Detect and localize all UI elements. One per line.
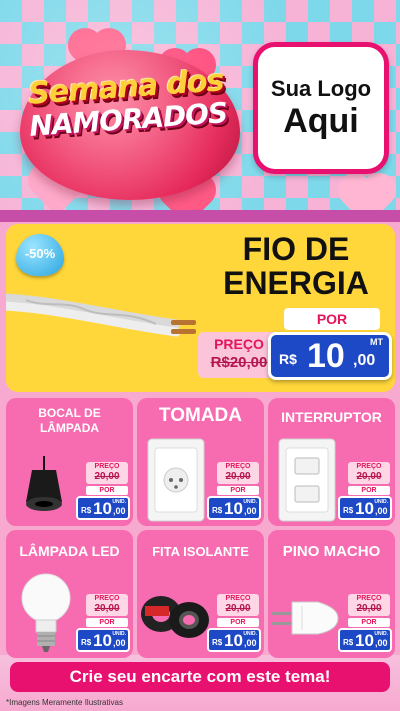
bulb-socket-icon bbox=[26, 456, 62, 511]
old-price-value: 20,00 bbox=[225, 603, 251, 614]
old-price-label: PREÇO bbox=[356, 595, 382, 602]
price-tag: R$ 10 ,00 UNID. bbox=[207, 496, 261, 520]
product-name: TOMADA bbox=[158, 405, 243, 426]
price-cents: ,00 bbox=[113, 638, 126, 648]
product-card-interruptor: INTERRUPTOR PREÇO 20,00 POR R$ 10 ,00 UN… bbox=[268, 398, 395, 526]
header-banner: Semana dos NAMORADOS Sua Logo Aqui bbox=[0, 0, 400, 218]
por-label: POR bbox=[217, 486, 259, 495]
price-cents: ,00 bbox=[375, 506, 388, 516]
old-price-value: 20,00 bbox=[94, 603, 120, 614]
discount-badge: -50% bbox=[16, 234, 64, 276]
por-label: POR bbox=[348, 486, 390, 495]
product-name: BOCAL DE LÂMPADA bbox=[38, 406, 101, 435]
page-title: Semana dos NAMORADOS bbox=[20, 63, 234, 143]
currency-label: R$ bbox=[81, 506, 92, 515]
old-price-box: PREÇO 20,00 bbox=[217, 594, 259, 616]
featured-product-name: FIO DE ENERGIA bbox=[223, 231, 369, 301]
price-unit: UNID. bbox=[374, 631, 388, 637]
price-unit: UNID. bbox=[243, 631, 257, 637]
price-cents: ,00 bbox=[244, 638, 257, 648]
currency-label: R$ bbox=[81, 638, 92, 647]
price-unit: UNID. bbox=[112, 499, 126, 505]
old-price-value: 20,00 bbox=[94, 471, 120, 482]
product-name: INTERRUPTOR bbox=[281, 409, 382, 425]
price-integer: 10 bbox=[224, 499, 243, 518]
featured-product: -50% FIO DE ENERGIA POR PREÇO R$20,00 R$… bbox=[6, 224, 395, 392]
currency-label: R$ bbox=[212, 638, 223, 647]
product-name: LÂMPADA LED bbox=[19, 543, 120, 559]
old-price-box: PREÇO 20,00 bbox=[86, 462, 128, 484]
currency-label: R$ bbox=[279, 351, 297, 367]
price-integer: 10 bbox=[307, 337, 345, 375]
product-card-tomada: TOMADA PREÇO 20,00 POR R$ 10 ,00 UNID. bbox=[137, 398, 264, 526]
old-price-label: PREÇO bbox=[94, 463, 120, 470]
old-price-value: 20,00 bbox=[356, 471, 382, 482]
price-tag: R$ 10 ,00 UNID. bbox=[338, 628, 392, 652]
plug-icon bbox=[272, 601, 339, 635]
price-integer: 10 bbox=[355, 631, 374, 650]
old-price-value: 20,00 bbox=[225, 471, 251, 482]
heart-icon bbox=[32, 167, 82, 217]
old-price-box: PREÇO 20,00 bbox=[86, 594, 128, 616]
currency-label: R$ bbox=[212, 506, 223, 515]
currency-label: R$ bbox=[343, 638, 354, 647]
switch-icon bbox=[278, 438, 336, 522]
por-label: POR bbox=[217, 618, 259, 627]
product-card-bocal: BOCAL DE LÂMPADA PREÇO 20,00 POR R$ 10 ,… bbox=[6, 398, 133, 526]
price-tag: R$ 10 ,00 UNID. bbox=[207, 628, 261, 652]
logo-line-2: Aqui bbox=[283, 102, 359, 140]
price-integer: 10 bbox=[355, 499, 374, 518]
price-unit: UNID. bbox=[374, 499, 388, 505]
por-label: POR bbox=[284, 308, 380, 330]
old-price-value: 20,00 bbox=[356, 603, 382, 614]
old-price-label: PREÇO bbox=[225, 595, 251, 602]
price-tag: R$ 10 ,00 UNID. bbox=[338, 496, 392, 520]
outlet-icon bbox=[147, 438, 205, 522]
product-card-lampada-led: LÂMPADA LED PREÇO 20,00 POR R$ 10 ,00 UN… bbox=[6, 530, 133, 658]
por-label: POR bbox=[86, 618, 128, 627]
price-unit: UNID. bbox=[243, 499, 257, 505]
price-cents: ,00 bbox=[113, 506, 126, 516]
currency-label: R$ bbox=[343, 506, 354, 515]
old-price-box: PREÇO 20,00 bbox=[348, 462, 390, 484]
por-label: POR bbox=[348, 618, 390, 627]
led-bulb-icon bbox=[21, 573, 71, 652]
product-card-fita-isolante: FITA ISOLANTE PREÇO 20,00 POR R$ 10 ,00 … bbox=[137, 530, 264, 658]
price-integer: 10 bbox=[93, 499, 112, 518]
cta-banner[interactable]: Crie seu encarte com este tema! bbox=[10, 662, 390, 692]
cable-icon bbox=[6, 293, 196, 337]
disclaimer-text: *Imagens Meramente Ilustrativas bbox=[6, 698, 123, 707]
price-cents: ,00 bbox=[353, 352, 376, 369]
price-tag: R$ 10 ,00 MT bbox=[268, 332, 392, 380]
logo-placeholder: Sua Logo Aqui bbox=[253, 42, 389, 174]
product-card-pino-macho: PINO MACHO PREÇO 20,00 POR R$ 10 ,00 UNI… bbox=[268, 530, 395, 658]
divider bbox=[0, 210, 400, 222]
old-price-label: PREÇO bbox=[356, 463, 382, 470]
price-tag: R$ 10 ,00 UNID. bbox=[76, 628, 130, 652]
old-price-box: PREÇO 20,00 bbox=[217, 462, 259, 484]
price-tag: R$ 10 ,00 UNID. bbox=[76, 496, 130, 520]
price-cents: ,00 bbox=[244, 506, 257, 516]
price-unit: UNID. bbox=[112, 631, 126, 637]
logo-line-1: Sua Logo bbox=[270, 76, 372, 101]
old-price-box: PREÇO 20,00 bbox=[348, 594, 390, 616]
discount-label: -50% bbox=[24, 246, 56, 261]
old-price-label: PREÇO bbox=[94, 595, 120, 602]
price-integer: 10 bbox=[224, 631, 243, 650]
product-name: FITA ISOLANTE bbox=[152, 544, 249, 559]
price-unit: MT bbox=[370, 337, 383, 347]
por-label: POR bbox=[86, 486, 128, 495]
price-integer: 10 bbox=[93, 631, 112, 650]
price-cents: ,00 bbox=[375, 638, 388, 648]
product-name: PINO MACHO bbox=[282, 543, 381, 560]
tape-icon bbox=[141, 596, 209, 638]
old-price-label: PREÇO bbox=[225, 463, 251, 470]
